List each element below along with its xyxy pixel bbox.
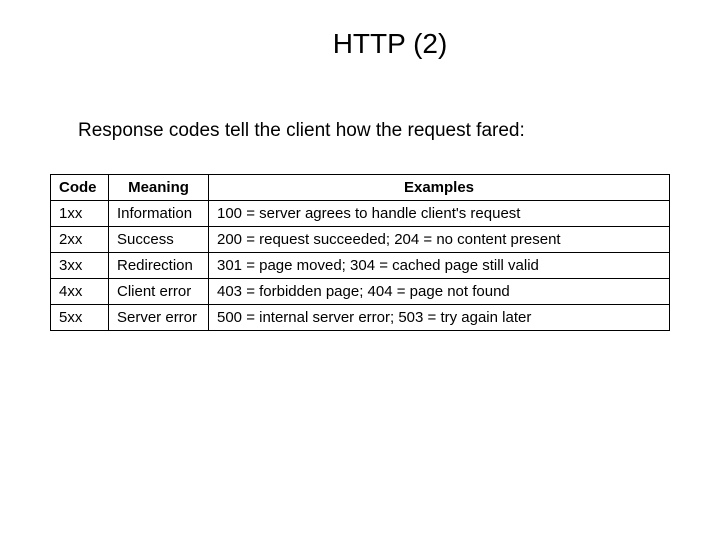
- page-title: HTTP (2): [100, 28, 680, 60]
- cell-examples: 100 = server agrees to handle client's r…: [209, 201, 670, 227]
- col-header-examples: Examples: [209, 175, 670, 201]
- cell-code: 4xx: [51, 279, 109, 305]
- cell-examples: 500 = internal server error; 503 = try a…: [209, 305, 670, 331]
- cell-examples: 301 = page moved; 304 = cached page stil…: [209, 253, 670, 279]
- cell-examples: 200 = request succeeded; 204 = no conten…: [209, 227, 670, 253]
- table-row: 2xx Success 200 = request succeeded; 204…: [51, 227, 670, 253]
- slide: HTTP (2) Response codes tell the client …: [0, 0, 720, 540]
- cell-meaning: Success: [109, 227, 209, 253]
- cell-meaning: Client error: [109, 279, 209, 305]
- col-header-code: Code: [51, 175, 109, 201]
- table-row: 1xx Information 100 = server agrees to h…: [51, 201, 670, 227]
- http-codes-table: Code Meaning Examples 1xx Information 10…: [50, 174, 670, 331]
- cell-code: 5xx: [51, 305, 109, 331]
- table-row: 5xx Server error 500 = internal server e…: [51, 305, 670, 331]
- cell-code: 2xx: [51, 227, 109, 253]
- table-header-row: Code Meaning Examples: [51, 175, 670, 201]
- cell-examples: 403 = forbidden page; 404 = page not fou…: [209, 279, 670, 305]
- cell-meaning: Information: [109, 201, 209, 227]
- table-row: 3xx Redirection 301 = page moved; 304 = …: [51, 253, 670, 279]
- col-header-meaning: Meaning: [109, 175, 209, 201]
- cell-meaning: Server error: [109, 305, 209, 331]
- cell-code: 1xx: [51, 201, 109, 227]
- subtitle: Response codes tell the client how the r…: [78, 120, 680, 142]
- cell-code: 3xx: [51, 253, 109, 279]
- table-row: 4xx Client error 403 = forbidden page; 4…: [51, 279, 670, 305]
- table-container: Code Meaning Examples 1xx Information 10…: [50, 174, 670, 331]
- cell-meaning: Redirection: [109, 253, 209, 279]
